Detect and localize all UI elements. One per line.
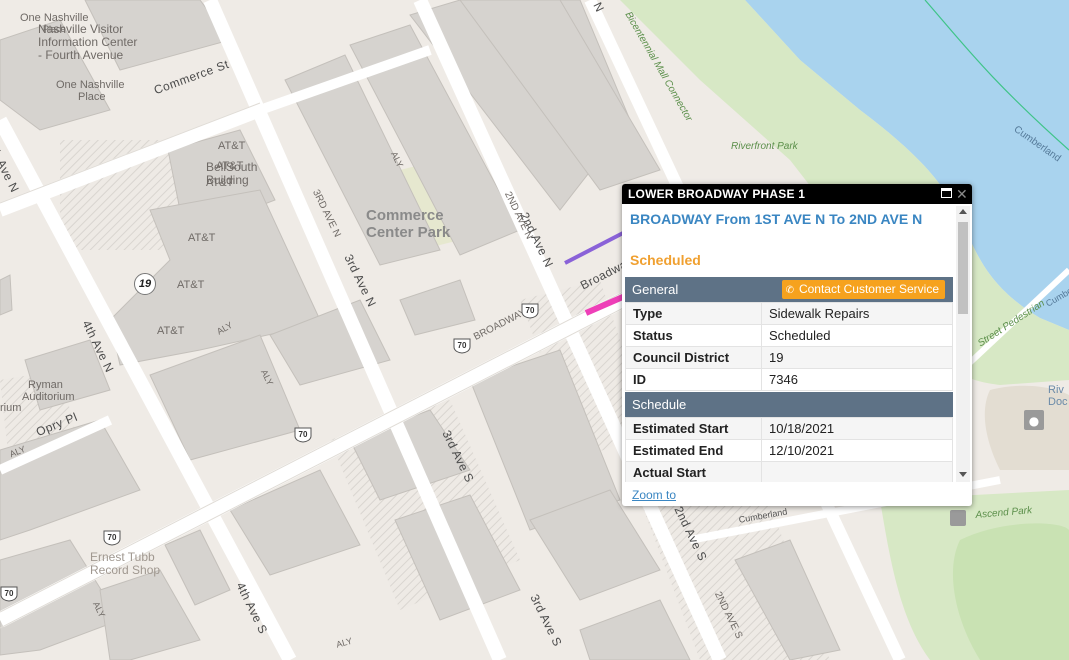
section-schedule: Schedule: [625, 392, 953, 417]
prop-value: Sidewalk Repairs: [761, 302, 953, 325]
us-route-shield: 70: [0, 586, 18, 602]
table-row: Estimated End 12/10/2021: [625, 439, 953, 462]
popup-title: BROADWAY From 1ST AVE N To 2ND AVE N: [630, 211, 923, 227]
prop-value: 19: [761, 346, 953, 369]
parking-icon: [950, 510, 966, 526]
prop-key: ID: [625, 368, 762, 391]
council-district-marker[interactable]: 19: [134, 273, 156, 295]
table-row: Council District 19: [625, 346, 953, 369]
project-popup: LOWER BROADWAY PHASE 1 ✕ BROADWAY From 1…: [622, 184, 972, 506]
section-schedule-label: Schedule: [632, 397, 687, 412]
table-row: Type Sidewalk Repairs: [625, 302, 953, 325]
general-table: Type Sidewalk Repairs Status Scheduled Cou…: [625, 302, 953, 391]
us-route-shield: 70: [103, 530, 121, 546]
phone-icon: ✆: [785, 285, 794, 296]
contact-customer-service-button[interactable]: ✆ Contact Customer Service: [781, 280, 945, 299]
scroll-thumb[interactable]: [958, 222, 968, 314]
prop-key: Type: [625, 302, 762, 325]
table-row: Estimated Start 10/18/2021: [625, 417, 953, 440]
prop-key: Council District: [625, 346, 762, 369]
us-route-shield: 70: [521, 303, 539, 319]
maximize-icon[interactable]: [941, 188, 952, 198]
prop-key: Status: [625, 324, 762, 347]
prop-value: 12/10/2021: [761, 439, 953, 462]
table-row: ID 7346: [625, 368, 953, 391]
dog-park-icon: ●: [1024, 410, 1044, 430]
prop-value: 10/18/2021: [761, 417, 953, 440]
ascend-park-oval: [952, 523, 1069, 660]
prop-key: Estimated End: [625, 439, 762, 462]
scroll-up-icon[interactable]: [959, 209, 967, 214]
popup-header: LOWER BROADWAY PHASE 1 ✕: [622, 184, 972, 204]
contact-button-label: Contact Customer Service: [798, 282, 939, 296]
prop-value: 7346: [761, 368, 953, 391]
us-route-shield: 70: [453, 338, 471, 354]
scroll-down-icon[interactable]: [959, 472, 967, 477]
prop-key: Estimated Start: [625, 417, 762, 440]
us-route-shield: 70: [294, 427, 312, 443]
table-row: Actual Start: [625, 461, 953, 482]
section-general-label: General: [632, 282, 679, 297]
schedule-table: Estimated Start 10/18/2021 Estimated End 1…: [625, 417, 953, 482]
popup-scrollbar[interactable]: [956, 206, 970, 482]
prop-value: Scheduled: [761, 324, 953, 347]
close-icon[interactable]: ✕: [955, 184, 969, 204]
prop-value: [761, 461, 953, 482]
popup-status: Scheduled: [630, 252, 701, 268]
popup-header-title: LOWER BROADWAY PHASE 1: [628, 187, 806, 201]
section-general: General ✆ Contact Customer Service: [625, 277, 953, 302]
zoom-to-link[interactable]: Zoom to: [632, 488, 676, 502]
table-row: Status Scheduled: [625, 324, 953, 347]
svg-text:●: ●: [1029, 414, 1039, 428]
popup-body[interactable]: BROADWAY From 1ST AVE N To 2ND AVE N Sch…: [625, 206, 953, 482]
prop-key: Actual Start: [625, 461, 762, 482]
